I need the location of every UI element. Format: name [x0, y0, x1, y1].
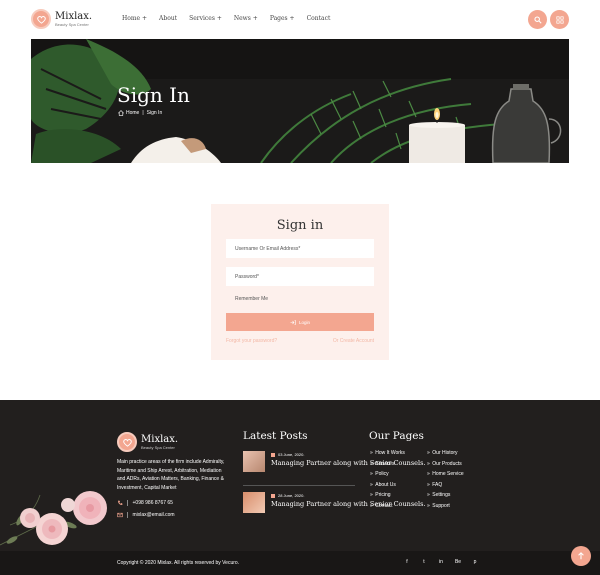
arrow-up-icon [578, 552, 584, 560]
remember-label: Remember Me [235, 296, 269, 302]
nav-item-about[interactable]: About [159, 15, 177, 22]
footer-brand-name: Mixlax. [141, 433, 179, 445]
footer-brand-tagline: Beauty Spa Center [141, 444, 175, 450]
username-field[interactable]: Username Or Email Address* [226, 239, 374, 258]
breadcrumb: Home | Sign In [118, 110, 162, 116]
double-chevron-icon: » [370, 471, 373, 477]
envelope-icon [117, 512, 123, 518]
home-icon [118, 110, 124, 116]
forgot-password-link[interactable]: Forgot your password? [226, 338, 277, 344]
post-title[interactable]: Managing Partner along with Senior Couns… [271, 500, 426, 509]
behance-icon[interactable]: Be [453, 559, 463, 565]
username-placeholder: Username Or Email Address* [235, 245, 301, 252]
page-link-our-products[interactable]: » Our Products [427, 461, 462, 467]
search-button[interactable] [528, 10, 547, 29]
nav-item-services[interactable]: Services + [189, 15, 222, 22]
login-label: Login [298, 319, 310, 325]
banner-background-image [31, 39, 569, 163]
our-pages-heading: Our Pages [369, 430, 424, 442]
page-banner: Sign In Home | Sign In [31, 39, 569, 163]
double-chevron-icon: » [427, 471, 430, 477]
search-icon [533, 15, 542, 24]
post-item[interactable]: 28 June, 2020. Managing Partner along wi… [243, 492, 426, 513]
brand-name: Mixlax. [55, 10, 93, 22]
facebook-icon[interactable]: f [402, 559, 412, 565]
post-thumbnail [243, 492, 265, 513]
brand-tagline: Beauty Spa Center [55, 21, 89, 27]
page-link-faq[interactable]: » FAQ [427, 482, 442, 488]
double-chevron-icon: » [370, 461, 373, 467]
page-link-home-service[interactable]: » Home Service [427, 471, 464, 477]
site-logo[interactable]: Mixlax. Beauty Spa Center [31, 9, 92, 29]
breadcrumb-current: Sign In [146, 110, 163, 116]
site-header: Mixlax. Beauty Spa Center Home + About S… [0, 0, 600, 38]
footer-email-address: mixlax@email.com [132, 512, 175, 518]
linkedin-icon[interactable]: in [436, 559, 446, 565]
password-placeholder: Password* [235, 273, 259, 280]
password-field[interactable]: Password* [226, 267, 374, 286]
double-chevron-icon: » [370, 482, 373, 488]
main-nav: Home + About Services + News + Pages + C… [122, 15, 342, 22]
page-link-settings[interactable]: » Settings [427, 492, 450, 498]
footer-phone[interactable]: +098 986 8767 65 [117, 500, 173, 506]
page-link-services[interactable]: » Services [370, 461, 394, 467]
breadcrumb-home[interactable]: Home [126, 110, 139, 116]
footer-phone-number: +098 986 8767 65 [132, 500, 173, 506]
footer-logo[interactable]: Mixlax. Beauty Spa Center [117, 432, 178, 452]
login-button[interactable]: Login [226, 313, 374, 331]
page-link-support[interactable]: » Support [427, 503, 450, 509]
nav-item-contact[interactable]: Contact [307, 15, 331, 22]
scroll-to-top-button[interactable] [571, 546, 591, 566]
double-chevron-icon: » [427, 461, 430, 467]
post-thumbnail [243, 451, 265, 472]
logo-icon [31, 9, 51, 29]
flowers-decoration [0, 491, 107, 546]
phone-icon [118, 500, 123, 505]
page-link-how-it-works[interactable]: » How It Works [370, 450, 405, 456]
pinterest-icon[interactable]: p [470, 559, 480, 565]
calendar-icon [271, 493, 275, 498]
double-chevron-icon: » [370, 492, 373, 498]
post-title[interactable]: Managing Partner along with Senior Couns… [271, 459, 426, 468]
login-icon [290, 319, 296, 325]
double-chevron-icon: » [427, 482, 430, 488]
page-link-pricing[interactable]: » Pricing [370, 492, 391, 498]
footer-description: Main practice areas of the firm include … [117, 459, 225, 491]
page-link-policy[interactable]: » Policy [370, 471, 389, 477]
footer-email[interactable]: mixlax@email.com [117, 512, 175, 518]
menu-grid-button[interactable] [550, 10, 569, 29]
remember-checkbox[interactable] [227, 297, 231, 301]
page-title: Sign In [117, 83, 190, 107]
double-chevron-icon: » [427, 503, 430, 509]
create-account-link[interactable]: Or Create Account [333, 338, 374, 344]
double-chevron-icon: » [370, 450, 373, 456]
post-date: 03 June, 2020. [278, 452, 305, 457]
copyright-text: Copyright © 2020 Mixlax. All rights rese… [117, 560, 240, 566]
post-divider [243, 485, 355, 486]
double-chevron-icon: » [370, 503, 373, 509]
post-date: 28 June, 2020. [278, 493, 305, 498]
page-link-contact[interactable]: » Contact [370, 503, 393, 509]
double-chevron-icon: » [427, 492, 430, 498]
nav-item-news[interactable]: News + [234, 15, 258, 22]
page-link-about-us[interactable]: » About Us [370, 482, 396, 488]
nav-item-pages[interactable]: Pages + [270, 15, 295, 22]
page-link-our-history[interactable]: » Our History [427, 450, 458, 456]
latest-posts-heading: Latest Posts [243, 430, 308, 442]
grid-icon [555, 15, 564, 24]
remember-me[interactable]: Remember Me [227, 296, 268, 302]
calendar-icon [271, 452, 275, 457]
signin-title: Sign in [276, 218, 324, 233]
signin-form: Sign in Username Or Email Address* Passw… [211, 204, 389, 360]
twitter-icon[interactable]: t [419, 559, 429, 565]
breadcrumb-separator: | [142, 110, 144, 116]
copyright-bar [0, 551, 600, 575]
footer-logo-icon [117, 432, 137, 452]
double-chevron-icon: » [427, 450, 430, 456]
nav-item-home[interactable]: Home + [122, 15, 147, 22]
